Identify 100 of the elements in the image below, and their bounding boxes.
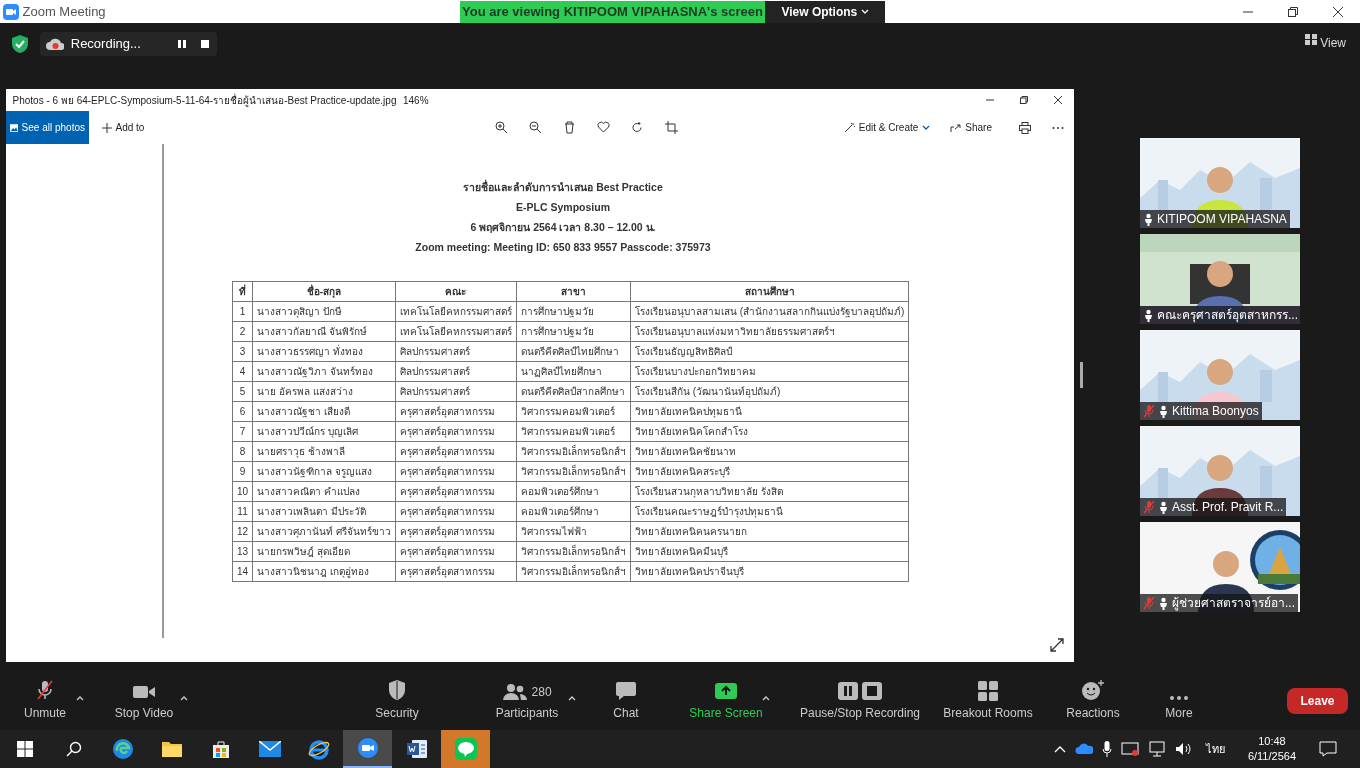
record-button[interactable]: Pause/Stop Recording [800, 670, 920, 722]
shield-icon [387, 679, 407, 701]
shield-icon [10, 34, 30, 54]
table-cell: โรงเรียนธัญญสิทธิศิลป์ [630, 341, 909, 362]
video-button[interactable]: Stop Video [104, 670, 184, 722]
share-banner: You are viewing KITIPOOM VIPAHASNA's screen [460, 0, 765, 23]
delete-icon[interactable] [563, 121, 577, 134]
table-cell: นางสาวนัฐฑิกาล จรูญแสง [252, 461, 396, 482]
table-cell: 13 [232, 541, 253, 562]
splitter-handle[interactable] [1080, 361, 1083, 388]
share-button[interactable]: Share Screen [686, 670, 766, 722]
muted-mic-icon [1143, 404, 1155, 418]
rotate-icon[interactable] [631, 121, 645, 134]
more-button[interactable]: More [1154, 670, 1204, 722]
magic-wand-icon [843, 122, 855, 133]
caret-icon [922, 124, 931, 131]
speaker-icon[interactable] [1174, 742, 1193, 756]
print-icon[interactable] [1019, 122, 1031, 135]
table-cell: วิศวกรรมอิเล็กทรอนิกส์ฯ [516, 541, 631, 562]
table-cell: นาฏศิลป์ไทยศึกษา [516, 361, 631, 382]
gallery-icon [10, 122, 19, 133]
participant-name: คณะครุศาสตร์อุตสาหกรร... [1157, 307, 1298, 324]
chat-bubble-icon[interactable] [454, 738, 477, 760]
zoom-out-icon[interactable] [529, 121, 543, 134]
close-icon[interactable] [1054, 96, 1062, 104]
folder-icon[interactable] [160, 740, 183, 758]
table-cell: นางสาวนิชนาฎ เกตุอู่ทอง [252, 561, 396, 582]
chevron-up-icon[interactable] [1053, 745, 1066, 753]
screen-share-icon[interactable] [1120, 741, 1139, 757]
video-camera-icon[interactable] [356, 737, 379, 759]
minimize-icon[interactable] [986, 96, 994, 104]
share-screen-icon [714, 681, 738, 701]
caret-icon[interactable] [568, 694, 576, 701]
view-button[interactable]: View [1298, 33, 1352, 138]
table-cell: วิศวกรรมคอมพิวเตอร์ [516, 421, 631, 442]
see-all-photos-button[interactable]: See all photos [6, 111, 89, 144]
pause-icon[interactable] [177, 39, 188, 49]
table-cell: ครุศาสตร์อุตสาหกรรม [395, 421, 517, 442]
leave-button[interactable]: Leave [1287, 688, 1348, 714]
table-cell: คอมพิวเตอร์ศึกษา [516, 501, 631, 522]
more-icon [1169, 695, 1189, 701]
participants-button[interactable]: 280 Participants [482, 670, 572, 722]
notification-icon[interactable] [1319, 741, 1337, 757]
table-cell: โรงเรียนสีกัน (วัฒนานันท์อุปถัมภ์) [630, 381, 909, 402]
crop-icon[interactable] [665, 121, 679, 134]
person-icon [1143, 308, 1154, 322]
edge-icon[interactable] [111, 738, 134, 760]
mic-button[interactable]: Unmute [10, 670, 80, 722]
table-cell: นายศราวุธ ช้างพาลี [252, 441, 396, 462]
stop-icon[interactable] [200, 39, 211, 49]
table-cell: 10 [232, 481, 253, 502]
zoom-in-icon[interactable] [495, 121, 509, 134]
chat-button[interactable]: Chat [596, 670, 656, 722]
column-header: สาขา [516, 281, 631, 302]
table-cell: วิศวกรรมอิเล็กทรอนิกส์ฯ [516, 561, 631, 582]
table-cell: ครุศาสตร์อุตสาหกรรม [395, 521, 517, 542]
add-to-button[interactable]: Add to [95, 120, 151, 135]
share-icon [950, 122, 962, 133]
cloud-icon[interactable] [1074, 743, 1093, 755]
clock-time: 10:48 [1258, 734, 1286, 749]
table-cell: การศึกษาปฐมวัย [516, 321, 631, 342]
table-cell: นางสาวณัฐวิภา จันทร์ทอง [252, 361, 396, 382]
document-icon[interactable] [405, 739, 428, 759]
caret-icon[interactable] [762, 694, 770, 701]
table-cell: ศิลปกรรมศาสตร์ [395, 341, 517, 362]
caret-icon[interactable] [76, 694, 84, 701]
microphone-icon[interactable] [1101, 741, 1112, 757]
table-cell: 9 [232, 461, 253, 482]
people-icon [502, 683, 529, 701]
more-icon[interactable] [1052, 126, 1064, 131]
table-cell: ครุศาสตร์อุตสาหกรรม [395, 401, 517, 422]
table-cell: นางสาวกัลยาณี จันพิรักษ์ [252, 321, 396, 342]
reactions-button[interactable]: Reactions [1058, 670, 1128, 722]
mail-icon[interactable] [258, 741, 281, 757]
search-icon[interactable] [65, 741, 82, 757]
restore-icon[interactable] [1020, 96, 1028, 104]
language-indicator[interactable]: ไทย [1205, 740, 1225, 758]
windows-start-icon[interactable] [16, 741, 33, 757]
breakout-button[interactable]: Breakout Rooms [938, 670, 1038, 722]
table-cell: การศึกษาปฐมวัย [516, 301, 631, 322]
store-icon[interactable] [210, 739, 231, 759]
edit-create-button[interactable]: Edit & Create [837, 120, 937, 135]
muted-mic-icon [35, 679, 55, 701]
document-heading: E-PLC Symposium [515, 200, 611, 215]
table-cell: ครุศาสตร์อุตสาหกรรม [395, 561, 517, 582]
table-cell: โรงเรียนบางปะกอกวิทยาคม [630, 361, 909, 382]
ie-icon[interactable] [307, 738, 330, 760]
table-cell: ดนตรีคีตศิลป์ไทยศึกษา [516, 341, 631, 362]
share-button[interactable]: Share [944, 120, 998, 135]
table-cell: นางสาวศุภานันท์ ศรีจันทร์ขาว [252, 521, 396, 542]
table-cell: 4 [232, 361, 253, 382]
heart-icon[interactable] [597, 121, 611, 134]
close-icon[interactable] [1332, 6, 1343, 17]
network-icon[interactable] [1147, 741, 1166, 757]
restore-icon[interactable] [1287, 6, 1298, 17]
zoom-logo-icon [3, 3, 20, 20]
caret-icon[interactable] [180, 694, 188, 701]
expand-icon[interactable] [1050, 638, 1064, 653]
view-options-button[interactable]: View Options [765, 0, 885, 23]
security-button[interactable]: Security [362, 670, 432, 722]
